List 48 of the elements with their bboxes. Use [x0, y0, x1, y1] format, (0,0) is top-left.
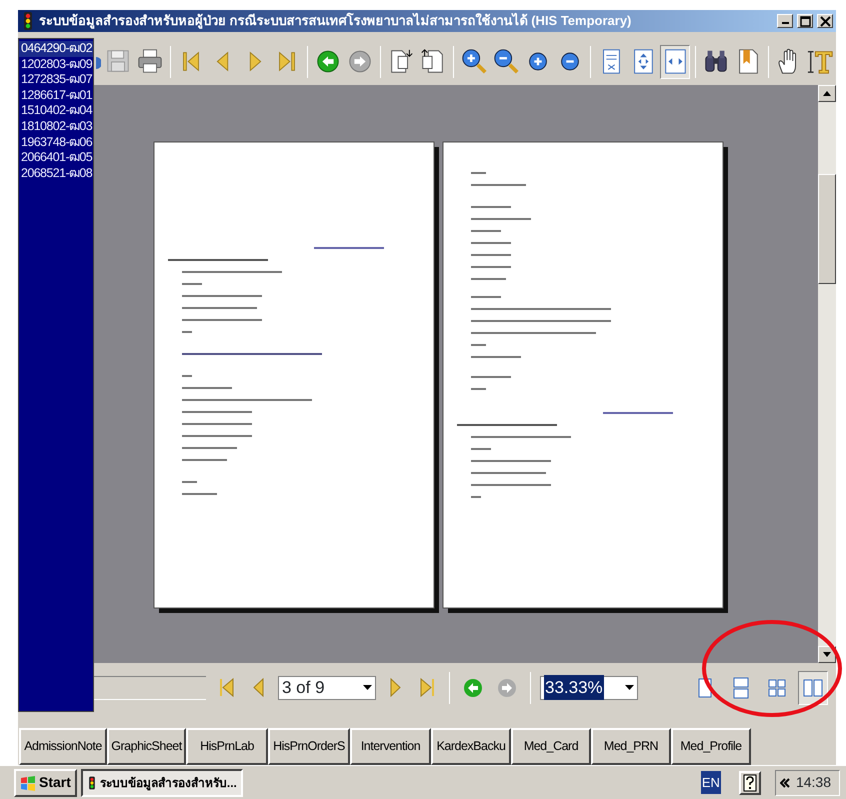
tab-button[interactable]: HisPrnOrderS [268, 728, 350, 765]
back-icon [462, 676, 484, 698]
tab-button[interactable]: AdmissionNote [19, 728, 107, 765]
fit-width-button[interactable] [660, 44, 690, 78]
traffic-light-icon [21, 12, 35, 30]
tab-button[interactable]: GraphicSheet [107, 728, 186, 765]
tab-button[interactable]: Med_Card [511, 728, 591, 765]
maximize-icon [800, 16, 810, 26]
close-icon [820, 16, 830, 26]
forward-icon [496, 676, 518, 698]
page-field[interactable]: 3 of 9 [278, 676, 376, 700]
scroll-thumb[interactable] [818, 174, 836, 284]
facing-pages-button[interactable] [798, 670, 828, 704]
record-item[interactable]: 1202803-ฒ09 [19, 56, 93, 72]
chevron-icon[interactable] [780, 778, 790, 788]
up-arrow-icon [823, 91, 831, 96]
minimize-icon [782, 22, 788, 24]
zoom-field[interactable]: 33.33% [540, 676, 638, 700]
tab-button[interactable]: KardexBacku [431, 728, 511, 765]
record-item[interactable]: 1272835-ฒ07 [19, 72, 93, 88]
dropdown-arrow-icon [362, 685, 372, 690]
help-button[interactable] [738, 770, 761, 794]
window-title: ระบบข้อมูลสำรองสำหรับหอผู้ป่วย กรณีระบบสารสนเทศโรงพยาบาลไม่สามารถใช้งานได้ (HIS Temporary) [39, 12, 632, 31]
language-indicator[interactable]: EN [700, 770, 721, 794]
maximize-button[interactable] [797, 14, 813, 28]
record-item[interactable]: 1810802-ฒ03 [19, 118, 93, 135]
tab-button[interactable]: HisPrnLab [186, 728, 268, 765]
down-arrow-icon [823, 652, 831, 657]
traffic-light-icon [86, 774, 97, 792]
help-icon [742, 774, 757, 792]
record-item[interactable]: 1963748-ฒ06 [19, 134, 93, 150]
minimize-button[interactable] [777, 14, 793, 28]
record-item[interactable]: 2066401-ฒ05 [19, 150, 93, 166]
scroll-down-button[interactable] [818, 646, 836, 663]
windows-logo-icon [20, 774, 36, 790]
scroll-up-button[interactable] [818, 85, 836, 102]
taskbar-task-button[interactable]: ระบบข้อมูลสำรองสำหรับ... [80, 768, 243, 796]
dropdown-arrow-icon [624, 685, 634, 690]
tab-button[interactable]: Med_PRN [591, 728, 671, 765]
close-button[interactable] [817, 14, 833, 28]
record-item[interactable]: 1510402-ฒ04 [19, 103, 93, 119]
record-item[interactable]: 2068521-ฒ08 [19, 166, 93, 182]
tab-button[interactable]: Intervention [350, 728, 431, 765]
start-button[interactable]: Start [14, 768, 77, 796]
record-item[interactable]: 0464290-ฒ02 [19, 41, 93, 57]
tab-button[interactable]: Med_Profile [671, 728, 751, 765]
record-item[interactable]: 1286617-ฒ01 [19, 88, 93, 104]
clock-text: 14:38 [796, 773, 831, 792]
